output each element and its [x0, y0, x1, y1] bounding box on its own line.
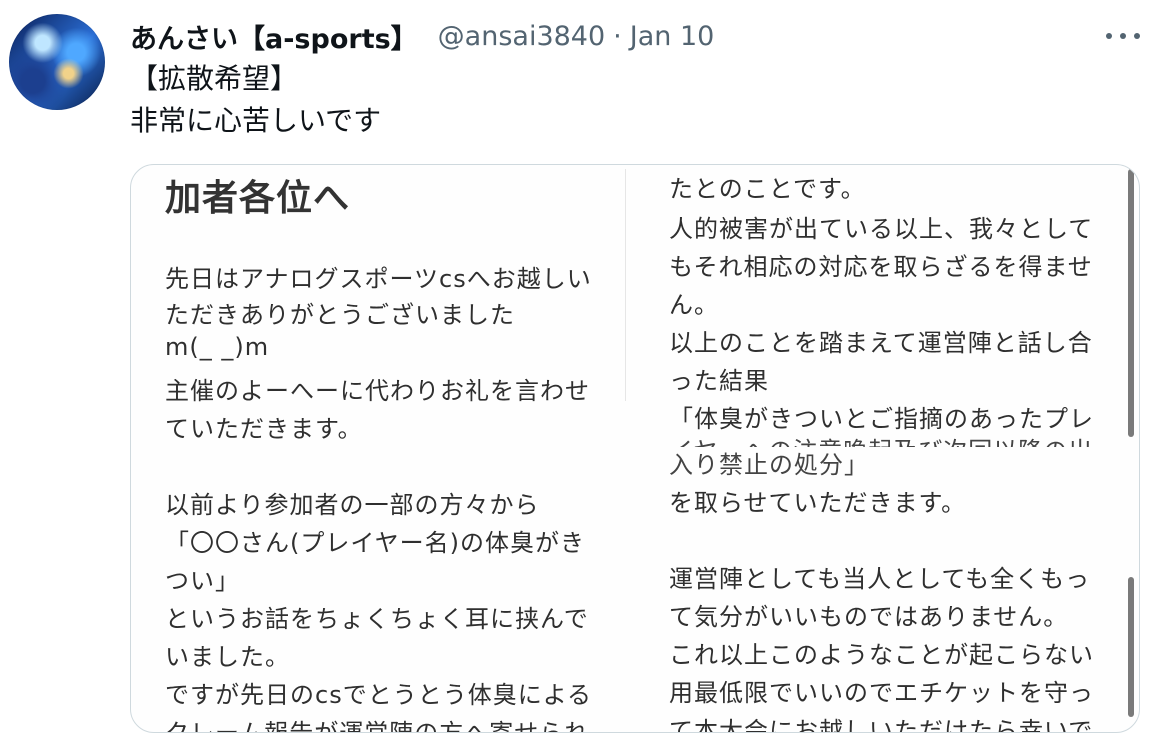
header-separator: · [613, 20, 622, 52]
image-column-divider [625, 169, 626, 401]
tweet-text: 【拡散希望】 非常に心苦しいです [130, 58, 381, 142]
image-text-line: つい」 [165, 567, 240, 595]
author-handle[interactable]: @ansai3840 [438, 21, 605, 52]
more-options-icon[interactable] [1106, 24, 1140, 48]
image-text-line: を取らせていただきます。 [669, 489, 967, 517]
image-text-line: ていただきます。 [165, 415, 363, 443]
image-text-line: 入り禁止の処分」 [669, 451, 869, 479]
image-text-line: 用最低限でいいのでエチケットを守っ [669, 679, 1094, 707]
image-text-line: て本大会にお越しいただけたら幸いで [669, 717, 1094, 733]
image-scrollbar-bottom [1128, 577, 1134, 717]
tweet-timestamp[interactable]: Jan 10 [630, 21, 715, 52]
image-text-line: たとのことです。 [669, 175, 866, 203]
image-text-line: いました。 [165, 643, 290, 671]
image-text-line: 以上のことを踏まえて運営陣と話し合 [669, 329, 1093, 357]
image-text-line: 先日はアナログスポーツcsへお越しい [165, 265, 592, 293]
image-text-line: ですが先日のcsでとうとう体臭による [165, 681, 592, 709]
image-text-line: 以前より参加者の一部の方々から [165, 491, 540, 519]
image-text-line: 「体臭がきついとご指摘のあったプレ [669, 405, 1094, 433]
image-text-line: これ以上このようなことが起こらない [669, 641, 1094, 669]
image-text-line: て気分がいいものではありません。 [669, 603, 1069, 631]
image-text-line: クレーム報告が運営陣の方へ寄せられ [165, 719, 590, 733]
image-text-line: もそれ相応の対応を取らざるを得ませ [669, 253, 1093, 281]
image-text-line: m(_ _)m [165, 333, 270, 361]
image-scrollbar-top [1128, 169, 1134, 437]
tweet-header: あんさい【a-sports】 @ansai3840 · Jan 10 [130, 16, 714, 56]
image-text-line: というお話をちょくちょく耳に挟んで [165, 605, 589, 633]
tweet-text-line: 【拡散希望】 [130, 62, 299, 95]
image-text-line: 運営陣としても当人としても全くもっ [669, 565, 1091, 593]
image-text-line: ん。 [669, 291, 719, 319]
author-display-name[interactable]: あんさい【a-sports】 [130, 17, 418, 56]
image-text-line: 主催のよーへーに代わりお礼を言わせ [165, 377, 590, 405]
image-heading: 加者各位へ [165, 178, 351, 219]
image-text-line: 「〇〇さん(プレイヤー名)の体臭がき [165, 529, 586, 557]
tweet-text-line: 非常に心苦しいです [130, 104, 382, 137]
tweet-image[interactable]: 加者各位へ 先日はアナログスポーツcsへお越しい ただきありがとうございました … [130, 164, 1140, 733]
image-text-line: 人的被害が出ている以上、我々として [669, 215, 1094, 243]
author-avatar[interactable] [9, 14, 105, 110]
image-text-line: ただきありがとうございました [165, 301, 515, 329]
image-text-line: った結果 [669, 367, 769, 395]
